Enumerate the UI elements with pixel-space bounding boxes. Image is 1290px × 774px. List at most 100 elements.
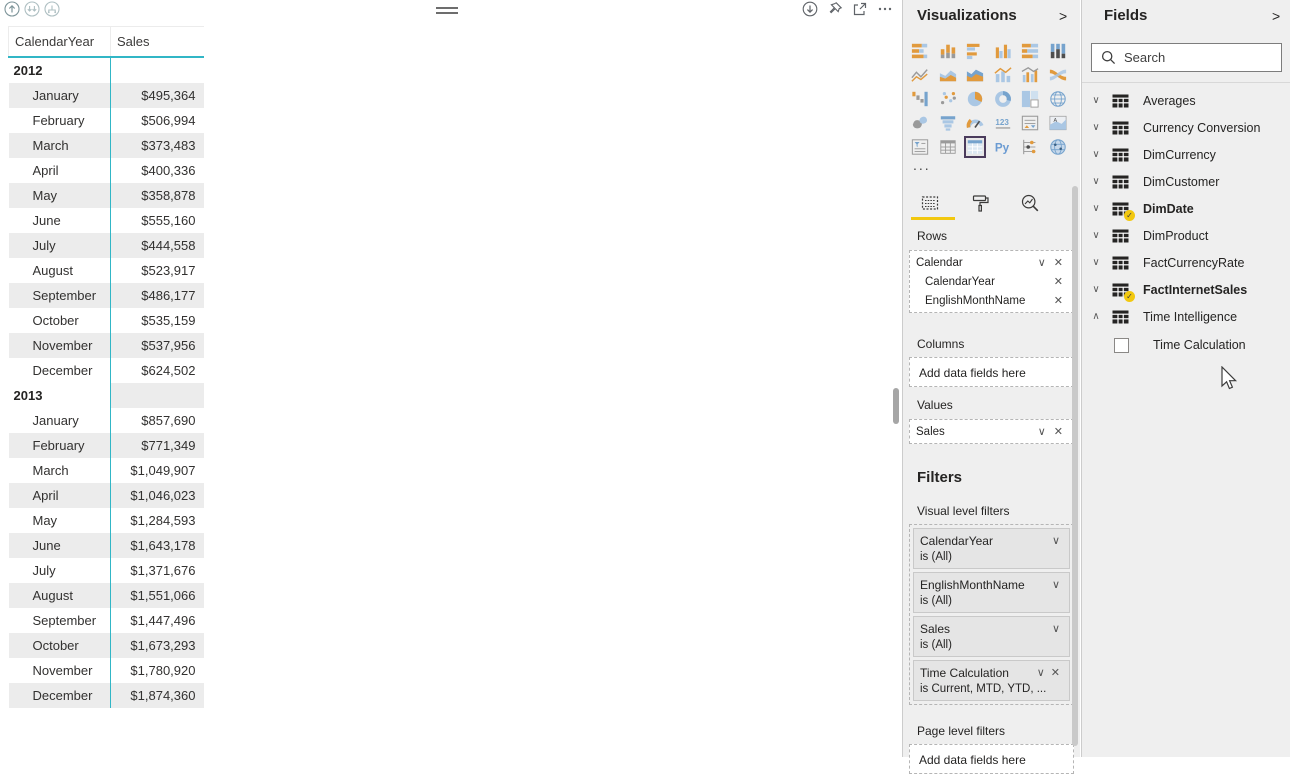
visual-type-area-chart-icon[interactable] xyxy=(937,64,959,86)
visual-type-donut-chart-icon[interactable] xyxy=(992,88,1014,110)
visual-type-clustered-bar-chart-icon[interactable] xyxy=(964,40,986,62)
matrix-year-row[interactable]: 2012 xyxy=(9,57,204,83)
matrix-month-row[interactable]: July$1,371,676 xyxy=(9,558,204,583)
matrix-month-row[interactable]: October$535,159 xyxy=(9,308,204,333)
matrix-month-row[interactable]: February$506,994 xyxy=(9,108,204,133)
matrix-month-row[interactable]: December$624,502 xyxy=(9,358,204,383)
visual-type-100-stacked-column-chart-icon[interactable] xyxy=(1047,40,1069,62)
visual-type-line-chart-icon[interactable] xyxy=(909,64,931,86)
matrix-month-row[interactable]: September$486,177 xyxy=(9,283,204,308)
visual-type-slicer-icon[interactable] xyxy=(909,136,931,158)
field-pill-calendar[interactable]: Calendar∨✕ xyxy=(913,253,1070,272)
row-label[interactable]: September xyxy=(9,283,111,308)
columns-well[interactable]: Add data fields here xyxy=(909,357,1074,387)
chevron-down-icon[interactable]: ∨ xyxy=(1089,149,1103,160)
visual-type-clustered-column-chart-icon[interactable] xyxy=(992,40,1014,62)
focus-mode-icon[interactable] xyxy=(852,1,868,17)
remove-field-icon[interactable]: ✕ xyxy=(1050,256,1067,269)
matrix-year-row[interactable]: 2013 xyxy=(9,383,204,408)
tab-format[interactable] xyxy=(967,190,993,216)
matrix-month-row[interactable]: December$1,874,360 xyxy=(9,683,204,708)
viz-pane-scrollbar-thumb[interactable] xyxy=(1072,186,1078,746)
row-label[interactable]: May xyxy=(9,508,111,533)
visual-type-kpi-icon[interactable]: A xyxy=(1047,112,1069,134)
visual-type-scatter-chart-icon[interactable] xyxy=(937,88,959,110)
visual-type-line-and-clustered-column-chart-icon[interactable] xyxy=(1019,64,1041,86)
row-label[interactable]: June xyxy=(9,533,111,558)
visual-type-funnel-icon[interactable] xyxy=(937,112,959,134)
page-level-filters-well[interactable]: Add data fields here xyxy=(909,744,1074,774)
chevron-down-icon[interactable]: ∨ xyxy=(1089,257,1103,268)
visual-type-100-stacked-bar-chart-icon[interactable] xyxy=(1019,40,1041,62)
chevron-down-icon[interactable]: ∨ xyxy=(1034,666,1048,679)
search-input[interactable]: Search xyxy=(1091,43,1282,72)
field-item-time-calculation[interactable]: Time Calculation xyxy=(1082,330,1290,360)
visual-type-line-and-stacked-column-chart-icon[interactable] xyxy=(992,64,1014,86)
matrix-month-row[interactable]: April$400,336 xyxy=(9,158,204,183)
chevron-down-icon[interactable]: ∨ xyxy=(1089,230,1103,241)
canvas-scrollbar-thumb[interactable] xyxy=(893,388,899,424)
matrix-col-header-calendaryear[interactable]: CalendarYear xyxy=(9,27,111,58)
drill-down-next-level-icon[interactable] xyxy=(24,1,40,17)
filter-card-englishmonthname[interactable]: EnglishMonthName∨is (All) xyxy=(913,572,1070,613)
expand-all-down-icon[interactable] xyxy=(44,1,60,17)
tab-analytics[interactable] xyxy=(1017,190,1043,216)
visual-type-key-influencers-icon[interactable] xyxy=(1019,136,1041,158)
matrix-month-row[interactable]: January$495,364 xyxy=(9,83,204,108)
row-label[interactable]: November xyxy=(9,333,111,358)
drill-up-icon[interactable] xyxy=(4,1,20,17)
visual-type-stacked-column-chart-icon[interactable] xyxy=(937,40,959,62)
row-label[interactable]: April xyxy=(9,158,111,183)
row-label[interactable]: July xyxy=(9,233,111,258)
matrix-month-row[interactable]: March$373,483 xyxy=(9,133,204,158)
pin-visual-icon[interactable] xyxy=(827,1,843,17)
fields-table-dimdate[interactable]: ∨ ✓ DimDate xyxy=(1082,195,1290,222)
matrix-month-row[interactable]: August$1,551,066 xyxy=(9,583,204,608)
more-options-icon[interactable] xyxy=(877,1,893,17)
chevron-down-icon[interactable]: ∨ xyxy=(1049,578,1063,591)
drill-down-circle-icon[interactable] xyxy=(802,1,818,17)
field-checkbox[interactable] xyxy=(1114,338,1129,353)
matrix-month-row[interactable]: April$1,046,023 xyxy=(9,483,204,508)
row-label[interactable]: March xyxy=(9,458,111,483)
matrix-month-row[interactable]: January$857,690 xyxy=(9,408,204,433)
row-label[interactable]: 2013 xyxy=(9,383,111,408)
fields-table-currency-conversion[interactable]: ∨ Currency Conversion xyxy=(1082,114,1290,141)
row-label[interactable]: October xyxy=(9,633,111,658)
visual-type-treemap-icon[interactable] xyxy=(1019,88,1041,110)
filter-card-time-calculation[interactable]: Time Calculation∨✕is Current, MTD, YTD, … xyxy=(913,660,1070,701)
remove-field-icon[interactable]: ✕ xyxy=(1050,275,1067,288)
chevron-down-icon[interactable]: ∨ xyxy=(1089,203,1103,214)
visual-type-gauge-icon[interactable] xyxy=(964,112,986,134)
field-pill-calendaryear[interactable]: CalendarYear✕ xyxy=(913,272,1070,291)
chevron-down-icon[interactable]: ∨ xyxy=(1049,622,1063,635)
visual-type-stacked-bar-chart-icon[interactable] xyxy=(909,40,931,62)
remove-field-icon[interactable]: ✕ xyxy=(1050,294,1067,307)
field-pill-englishmonthname[interactable]: EnglishMonthName✕ xyxy=(913,291,1070,310)
more-visuals-ellipsis[interactable]: ... xyxy=(913,160,931,170)
row-label[interactable]: February xyxy=(9,108,111,133)
chevron-up-icon[interactable]: ∧ xyxy=(1089,311,1103,322)
matrix-month-row[interactable]: June$1,643,178 xyxy=(9,533,204,558)
chevron-down-icon[interactable]: ∨ xyxy=(1089,95,1103,106)
matrix-month-row[interactable]: November$1,780,920 xyxy=(9,658,204,683)
row-label[interactable]: October xyxy=(9,308,111,333)
fields-table-time-intelligence[interactable]: ∧ Time Intelligence xyxy=(1082,303,1290,330)
row-label[interactable]: March xyxy=(9,133,111,158)
chevron-down-icon[interactable]: ∨ xyxy=(1089,122,1103,133)
matrix-month-row[interactable]: February$771,349 xyxy=(9,433,204,458)
visual-type-stacked-area-chart-icon[interactable] xyxy=(964,64,986,86)
visual-type-table-icon[interactable] xyxy=(937,136,959,158)
matrix-month-row[interactable]: November$537,956 xyxy=(9,333,204,358)
collapse-pane-icon[interactable]: > xyxy=(1059,8,1067,24)
field-pill-sales[interactable]: Sales∨✕ xyxy=(913,422,1070,441)
row-label[interactable]: December xyxy=(9,683,111,708)
visual-type-card-icon[interactable]: 123 xyxy=(992,112,1014,134)
rows-well[interactable]: Calendar∨✕CalendarYear✕EnglishMonthName✕ xyxy=(909,250,1074,313)
visual-type-matrix-icon[interactable] xyxy=(964,136,986,158)
matrix-month-row[interactable]: June$555,160 xyxy=(9,208,204,233)
remove-field-icon[interactable]: ✕ xyxy=(1050,425,1067,438)
chevron-down-icon[interactable]: ∨ xyxy=(1089,176,1103,187)
visual-type-multi-row-card-icon[interactable] xyxy=(1019,112,1041,134)
matrix-month-row[interactable]: May$358,878 xyxy=(9,183,204,208)
